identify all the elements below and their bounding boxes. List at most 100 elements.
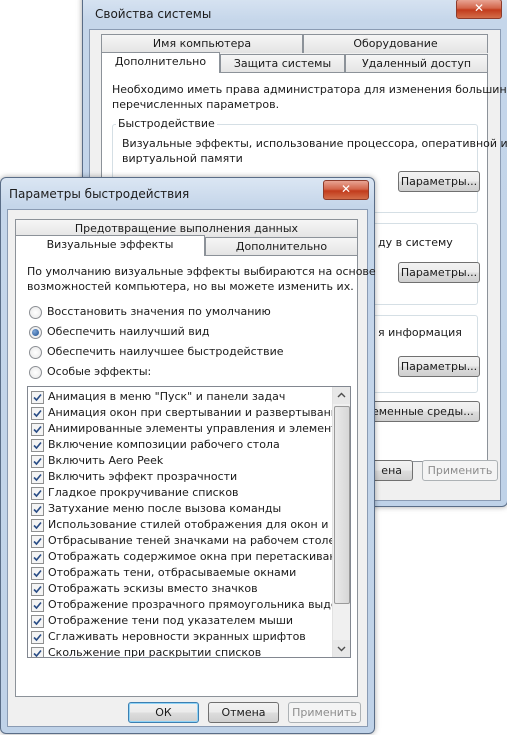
effect-label: Отображать эскизы вместо значков (48, 582, 258, 595)
radio-best-appearance[interactable] (29, 326, 42, 339)
effect-label: Затухание меню после вызова команды (48, 502, 282, 515)
effect-checkbox[interactable] (31, 391, 44, 404)
effect-checkbox[interactable] (31, 423, 44, 436)
tab-hardware[interactable]: Оборудование (303, 34, 488, 53)
user-profiles-settings-button[interactable]: Параметры... (398, 262, 480, 283)
checkmark-icon (33, 649, 42, 657)
effect-list-item[interactable]: Отображать содержимое окна при перетаски… (31, 549, 341, 565)
checkmark-icon (33, 425, 42, 434)
effect-checkbox[interactable] (31, 615, 44, 628)
tab-remote[interactable]: Удаленный доступ (345, 54, 488, 73)
effects-list-items: Анимация в меню "Пуск" и панели задач Ани… (28, 389, 341, 657)
effect-list-item[interactable]: Использование стилей отображения для око… (31, 517, 341, 533)
close-button[interactable]: ✕ (456, 0, 502, 19)
chevron-down-icon (337, 646, 346, 652)
effect-checkbox[interactable] (31, 407, 44, 420)
effect-list-item[interactable]: Сглаживать неровности экранных шрифтов (31, 629, 341, 645)
checkmark-icon (33, 505, 42, 514)
checkmark-icon (33, 473, 42, 482)
effect-list-item[interactable]: Включение композиции рабочего стола (31, 437, 341, 453)
tab-visual-effects[interactable]: Визуальные эффекты (15, 235, 205, 256)
effect-list-item[interactable]: Отображение прозрачного прямоугольника в… (31, 597, 341, 613)
intro-line1: По умолчанию визуальные эффекты выбирают… (27, 265, 376, 278)
effects-scrollbar[interactable] (332, 387, 350, 657)
effect-checkbox[interactable] (31, 631, 44, 644)
user-profiles-desc: ду в систему (378, 236, 453, 249)
effect-checkbox[interactable] (31, 455, 44, 468)
radio-default-label: Восстановить значения по умолчанию (47, 305, 271, 318)
effect-list-item[interactable]: Скольжение при раскрытии списков (31, 645, 341, 658)
effect-label: Сглаживать неровности экранных шрифтов (48, 630, 306, 643)
performance-legend: Быстродействие (116, 117, 217, 130)
radio-custom[interactable] (29, 366, 42, 379)
startup-recovery-desc: я информация (378, 326, 462, 339)
effect-label: Включение композиции рабочего стола (48, 438, 280, 451)
radio-default[interactable] (29, 306, 42, 319)
effect-label: Включить Aero Peek (48, 454, 164, 467)
effect-list-item[interactable]: Отображать эскизы вместо значков (31, 581, 341, 597)
scroll-up-button[interactable] (333, 387, 350, 404)
intro-line2: возможностей компьютера, но вы можете из… (27, 280, 354, 293)
effect-list-item[interactable]: Отображать тени, отбрасываемые окнами (31, 565, 341, 581)
tab-computer-name[interactable]: Имя компьютера (101, 34, 303, 53)
admin-note-line1: Необходимо иметь права администратора дл… (112, 83, 507, 96)
radio-best-performance[interactable] (29, 346, 42, 359)
ok-button[interactable]: ОК (128, 702, 199, 723)
checkmark-icon (33, 489, 42, 498)
effect-checkbox[interactable] (31, 503, 44, 516)
startup-recovery-settings-button[interactable]: Параметры... (398, 356, 480, 377)
performance-settings-button[interactable]: Параметры... (398, 171, 480, 192)
effect-checkbox[interactable] (31, 599, 44, 612)
effect-list-item[interactable]: Отображение тени под указателем мыши (31, 613, 341, 629)
performance-desc-line2: виртуальной памяти (122, 152, 243, 165)
scroll-thumb[interactable] (334, 406, 350, 604)
effect-list-item[interactable]: Анимированные элементы управления и элем… (31, 421, 341, 437)
performance-options-window: Параметры быстродействия ✕ Предотвращени… (0, 177, 376, 734)
cancel-button[interactable]: Отмена (208, 702, 279, 723)
radio-best-performance-label: Обеспечить наилучшее быстродействие (47, 345, 284, 358)
sysprops-apply-button: Применить (422, 460, 498, 481)
effect-list-item[interactable]: Затухание меню после вызова команды (31, 501, 341, 517)
effect-label: Отображать тени, отбрасываемые окнами (48, 566, 297, 579)
effect-label: Скольжение при раскрытии списков (48, 646, 262, 658)
effect-list-item[interactable]: Анимация окон при свертывании и разверты… (31, 405, 341, 421)
effect-checkbox[interactable] (31, 551, 44, 564)
effect-list-item[interactable]: Включить эффект прозрачности (31, 469, 341, 485)
effect-label: Использование стилей отображения для око… (48, 518, 341, 531)
performance-options-client: Предотвращение выполнения данных Визуаль… (7, 209, 376, 727)
checkmark-icon (33, 617, 42, 626)
effect-checkbox[interactable] (31, 567, 44, 580)
tab-system-protection[interactable]: Защита системы (220, 54, 345, 73)
effect-list-item[interactable]: Отбрасывание теней значками на рабочем с… (31, 533, 341, 549)
checkmark-icon (33, 441, 42, 450)
effect-checkbox[interactable] (31, 647, 44, 657)
visual-effects-tab-page: По умолчанию визуальные эффекты выбирают… (15, 255, 376, 697)
effect-list-item[interactable]: Включить Aero Peek (31, 453, 341, 469)
checkmark-icon (33, 585, 42, 594)
effect-list-item[interactable]: Анимация в меню "Пуск" и панели задач (31, 389, 341, 405)
effects-list[interactable]: Анимация в меню "Пуск" и панели задач Ани… (27, 386, 351, 658)
effect-label: Включить эффект прозрачности (48, 470, 238, 483)
checkmark-icon (33, 457, 42, 466)
window-title: Параметры быстродействия (9, 187, 190, 201)
close-button[interactable]: ✕ (323, 180, 369, 200)
effect-label: Анимированные элементы управления и элем… (48, 422, 341, 435)
radio-best-appearance-label: Обеспечить наилучший вид (47, 325, 210, 338)
effect-checkbox[interactable] (31, 583, 44, 596)
effect-label: Отображать содержимое окна при перетаски… (48, 550, 341, 563)
checkmark-icon (33, 633, 42, 642)
apply-button: Применить (288, 702, 361, 723)
effect-checkbox[interactable] (31, 535, 44, 548)
tab-advanced[interactable]: Дополнительно (101, 52, 220, 73)
effect-checkbox[interactable] (31, 487, 44, 500)
effect-checkbox[interactable] (31, 439, 44, 452)
effect-label: Отображение прозрачного прямоугольника в… (48, 598, 341, 611)
environment-variables-button[interactable]: ременные среды... (364, 401, 480, 422)
effect-checkbox[interactable] (31, 519, 44, 532)
tab-perf-advanced[interactable]: Дополнительно (205, 237, 358, 256)
effect-checkbox[interactable] (31, 471, 44, 484)
scroll-down-button[interactable] (333, 640, 350, 657)
effect-list-item[interactable]: Гладкое прокручивание списков (31, 485, 341, 501)
performance-desc-line1: Визуальные эффекты, использование процес… (122, 137, 507, 150)
checkmark-icon (33, 393, 42, 402)
